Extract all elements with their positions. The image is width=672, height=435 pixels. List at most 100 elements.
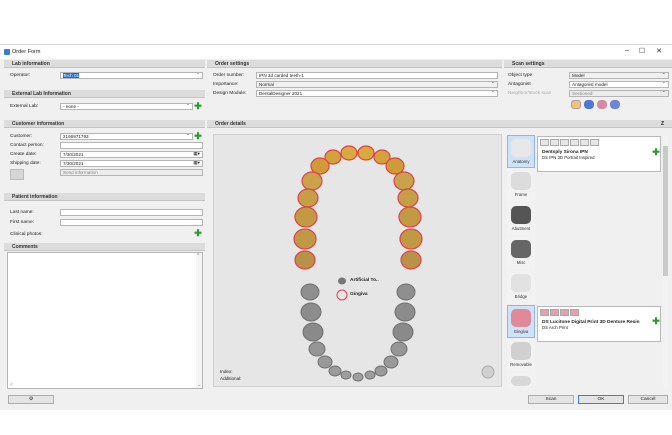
variant-icon[interactable] — [560, 139, 569, 146]
object-type-select[interactable]: Model — [569, 72, 669, 79]
calendar-icon[interactable]: ▦▾ — [193, 152, 200, 156]
tooth-36[interactable] — [392, 322, 414, 342]
scan-arch-icon[interactable] — [584, 100, 594, 109]
customer-select[interactable]: 2166971793 — [60, 133, 193, 140]
tooth-26[interactable] — [398, 206, 422, 228]
maximize-button[interactable]: ☐ — [637, 47, 647, 55]
minimize-button[interactable]: – — [622, 47, 632, 54]
comments-textarea[interactable]: ^ ⌄ < — [7, 252, 203, 389]
customer-photo-icon[interactable] — [10, 169, 24, 180]
tooth-15[interactable] — [297, 188, 319, 208]
order-number-input[interactable]: IPN 3d carded teeth-1 — [256, 72, 498, 79]
add-anatomy-icon[interactable]: ✚ — [652, 148, 660, 157]
scan-gingiva-icon[interactable] — [597, 100, 607, 109]
tooth-32[interactable] — [364, 370, 376, 380]
category-removable[interactable]: Removable — [507, 339, 535, 372]
contact-input[interactable] — [60, 142, 203, 149]
catalog-scroll-thumb[interactable] — [663, 146, 668, 276]
tooth-44[interactable] — [317, 355, 333, 369]
tooth-16[interactable] — [294, 206, 318, 228]
variant-icon[interactable] — [570, 309, 579, 316]
category-bridge[interactable]: Bridge — [507, 271, 535, 304]
collapse-panel-button[interactable]: Z — [661, 121, 664, 127]
tooth-25[interactable] — [397, 188, 419, 208]
tooth-45[interactable] — [308, 341, 326, 357]
more-icon — [511, 376, 531, 386]
tooth-14[interactable] — [301, 171, 323, 191]
tooth-chart[interactable]: Artificial To.. Gingiva Index: Additiona… — [213, 134, 502, 387]
tooth-17[interactable] — [293, 228, 317, 250]
scroll-down-icon[interactable]: ⌄ — [197, 382, 201, 388]
shipping-date-label: Shipping date: — [10, 161, 41, 166]
add-gingiva-icon[interactable]: ✚ — [652, 317, 660, 326]
tooth-21[interactable] — [357, 145, 375, 161]
tooth-27[interactable] — [399, 228, 423, 250]
shipping-date-input[interactable]: 7/30/2021 ▦▾ — [60, 160, 203, 167]
scan-button[interactable]: Scan — [528, 395, 574, 404]
tooth-18[interactable] — [294, 250, 316, 270]
antagonist-select[interactable]: Antagonist model — [569, 81, 669, 88]
comments-scrollbar[interactable]: ^ ⌄ — [196, 253, 202, 388]
scan-model-icon[interactable] — [571, 100, 581, 109]
create-date-input[interactable]: 7/30/2021 ▦▾ — [60, 151, 203, 158]
scroll-left-icon[interactable]: < — [10, 382, 13, 388]
calendar-icon[interactable]: ▦▾ — [193, 161, 200, 165]
tooth-43[interactable] — [328, 365, 342, 377]
tooth-48[interactable] — [300, 283, 320, 301]
variant-icon[interactable] — [540, 309, 549, 316]
tooth-41[interactable] — [352, 372, 364, 382]
catalog-item-gingiva[interactable]: DS Lucitone Digital Print 3D Denture Res… — [537, 306, 661, 342]
footer-tool-icon[interactable]: ⚙ — [8, 395, 54, 404]
catalog-item-anatomy[interactable]: Dentsply Sirona IPN DS IPN 3D Portrait I… — [537, 136, 661, 172]
abutment-icon — [511, 206, 531, 224]
external-lab-label: External Lab: — [10, 104, 39, 109]
catalog-scrollbar[interactable] — [663, 136, 668, 387]
importance-select[interactable]: Normal — [256, 81, 498, 88]
scroll-up-icon[interactable]: ^ — [197, 253, 199, 259]
add-customer-icon[interactable]: ✚ — [194, 132, 202, 141]
tooth-23[interactable] — [385, 157, 405, 175]
variant-icon[interactable] — [580, 139, 589, 146]
category-gingiva[interactable]: Gingiva — [507, 305, 535, 338]
first-name-input[interactable] — [60, 219, 203, 226]
add-external-lab-icon[interactable]: ✚ — [194, 102, 202, 111]
scan-bite-icon[interactable] — [610, 100, 620, 109]
tooth-24[interactable] — [393, 171, 415, 191]
upper-arch — [293, 145, 423, 270]
design-module-select[interactable]: DentalDesigner 2021 — [256, 90, 498, 97]
variant-icon[interactable] — [590, 139, 599, 146]
external-lab-select[interactable]: - none - — [60, 103, 193, 110]
last-name-input[interactable] — [60, 209, 203, 216]
operator-label: Operator: — [10, 73, 31, 78]
variant-icon[interactable] — [560, 309, 569, 316]
category-frame[interactable]: Frame — [507, 169, 535, 202]
add-clinical-photo-icon[interactable]: ✚ — [194, 229, 202, 238]
anatomy-icon — [511, 139, 531, 157]
ok-button[interactable]: OK — [578, 395, 624, 404]
tooth-28[interactable] — [400, 250, 422, 270]
tooth-38[interactable] — [396, 283, 416, 301]
operator-select[interactable]: Tech 01 — [60, 72, 203, 79]
tooth-11[interactable] — [340, 145, 358, 161]
tooth-47[interactable] — [300, 302, 322, 322]
close-button[interactable]: ✕ — [654, 47, 664, 55]
variant-icon[interactable] — [570, 139, 579, 146]
category-anatomy[interactable]: Anatomy — [507, 135, 535, 168]
variant-icon[interactable] — [550, 309, 559, 316]
cancel-button[interactable]: Cancel — [628, 395, 668, 404]
category-abutment[interactable]: Abutment — [507, 203, 535, 236]
tooth-33[interactable] — [374, 365, 388, 377]
variant-icon[interactable] — [540, 139, 549, 146]
tooth-42[interactable] — [340, 370, 352, 380]
tooth-35[interactable] — [390, 341, 408, 357]
category-more[interactable] — [507, 373, 535, 387]
rotate-view-icon[interactable] — [481, 365, 495, 379]
additional-label: Additional: — [220, 376, 242, 381]
operator-value: Tech 01 — [63, 73, 80, 78]
tooth-34[interactable] — [383, 355, 399, 369]
tooth-46[interactable] — [302, 322, 324, 342]
tooth-37[interactable] — [394, 302, 416, 322]
category-misc[interactable]: Misc — [507, 237, 535, 270]
variant-icon[interactable] — [550, 139, 559, 146]
order-number-label: Order number: — [213, 73, 245, 78]
